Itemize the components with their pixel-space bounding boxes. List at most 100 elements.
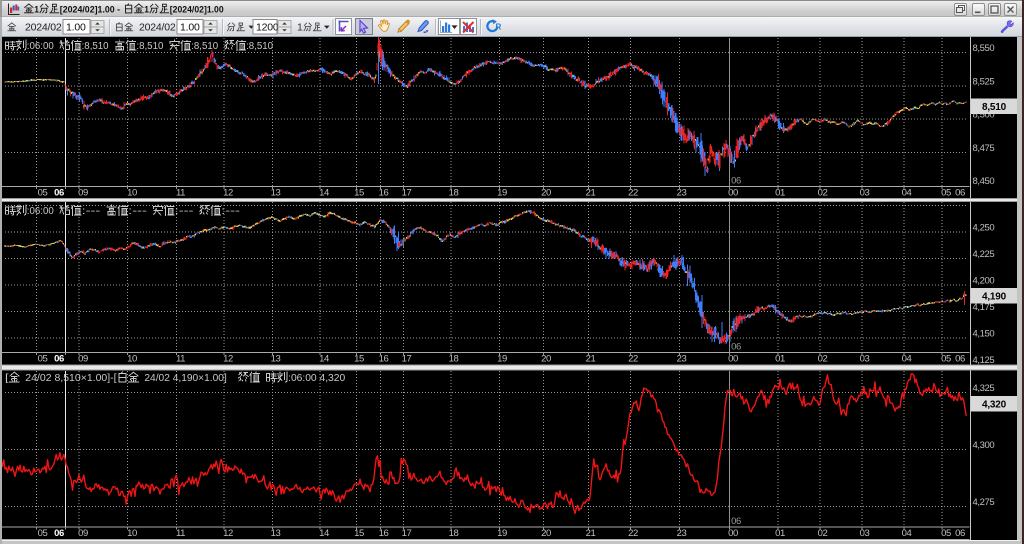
svg-text:16: 16 <box>379 354 389 365</box>
svg-text:04: 04 <box>902 528 912 539</box>
svg-text:17: 17 <box>402 188 412 199</box>
svg-text:18: 18 <box>449 188 459 199</box>
svg-text:16: 16 <box>379 528 389 539</box>
svg-text::8,510: :8,510 <box>246 41 274 52</box>
svg-text:16: 16 <box>379 188 389 199</box>
svg-text::06:00: :06:00 <box>27 41 55 52</box>
svg-text:20: 20 <box>541 528 551 539</box>
svg-text:03: 03 <box>860 528 870 539</box>
svg-text:4,150: 4,150 <box>973 329 995 340</box>
svg-text:15: 15 <box>354 354 364 365</box>
svg-text:21: 21 <box>586 354 596 365</box>
svg-text:03: 03 <box>860 188 870 199</box>
svg-text:06: 06 <box>731 516 741 527</box>
svg-text:04: 04 <box>902 188 912 199</box>
svg-text:22: 22 <box>628 188 638 199</box>
svg-text:00: 00 <box>728 188 738 199</box>
svg-text::---: :--- <box>175 206 194 217</box>
svg-text:1: 1 <box>144 5 149 16</box>
svg-text:17: 17 <box>402 528 412 539</box>
svg-text:4,300: 4,300 <box>973 440 995 451</box>
svg-text::06:00: :06:00 <box>27 206 55 217</box>
svg-text:8,450: 8,450 <box>973 176 995 187</box>
svg-text::---: :--- <box>82 206 101 217</box>
svg-text:12: 12 <box>223 188 233 199</box>
svg-text:21: 21 <box>586 188 596 199</box>
svg-text:[2024/02]1.00 -: [2024/02]1.00 - <box>60 5 120 16</box>
svg-text:05: 05 <box>38 528 48 539</box>
svg-text:06: 06 <box>54 354 64 365</box>
svg-text:03: 03 <box>860 354 870 365</box>
svg-text:12: 12 <box>223 528 233 539</box>
svg-text:09: 09 <box>78 188 88 199</box>
svg-text:05: 05 <box>38 188 48 199</box>
svg-text:23: 23 <box>677 188 687 199</box>
svg-text:11: 11 <box>176 528 185 539</box>
svg-text:13: 13 <box>271 528 281 539</box>
svg-text:09: 09 <box>78 528 88 539</box>
svg-text:8,475: 8,475 <box>973 143 995 154</box>
svg-text:1: 1 <box>297 22 303 34</box>
svg-text:12: 12 <box>223 354 233 365</box>
svg-text:20: 20 <box>541 354 551 365</box>
svg-text:1: 1 <box>34 5 39 16</box>
svg-text:06: 06 <box>54 188 64 199</box>
svg-text:01: 01 <box>775 528 785 539</box>
svg-text:21: 21 <box>586 528 596 539</box>
svg-text:14: 14 <box>319 528 329 539</box>
svg-text:10: 10 <box>127 354 137 365</box>
svg-text:15: 15 <box>354 528 364 539</box>
svg-text:10: 10 <box>127 188 137 199</box>
svg-text:13: 13 <box>271 354 281 365</box>
svg-text:23: 23 <box>677 354 687 365</box>
svg-text:1.00: 1.00 <box>180 22 200 34</box>
svg-text:00: 00 <box>728 354 738 365</box>
svg-text:2024/02: 2024/02 <box>25 22 62 34</box>
svg-text::8,510: :8,510 <box>82 41 110 52</box>
svg-text::06:00 4,320: :06:00 4,320 <box>288 373 346 384</box>
svg-text:4,200: 4,200 <box>973 276 995 287</box>
svg-text:4,320: 4,320 <box>982 399 1007 410</box>
svg-text:4,250: 4,250 <box>973 223 995 234</box>
svg-text:19: 19 <box>497 528 507 539</box>
svg-text:18: 18 <box>449 354 459 365</box>
svg-text:4,225: 4,225 <box>973 249 995 260</box>
svg-text:24/02 4,190×1.00]: 24/02 4,190×1.00] <box>144 373 227 384</box>
svg-text:13: 13 <box>271 188 281 199</box>
svg-text:4,325: 4,325 <box>973 383 995 394</box>
svg-text:19: 19 <box>497 188 507 199</box>
svg-text:23: 23 <box>677 528 687 539</box>
svg-text:8,525: 8,525 <box>973 76 995 87</box>
svg-text:22: 22 <box>628 528 638 539</box>
svg-text:06: 06 <box>955 354 965 365</box>
svg-text:05: 05 <box>941 188 951 199</box>
svg-text:4,175: 4,175 <box>973 302 995 313</box>
svg-text:05: 05 <box>38 354 48 365</box>
svg-text::8,510: :8,510 <box>136 41 164 52</box>
svg-text:20: 20 <box>541 188 551 199</box>
svg-text:14: 14 <box>319 354 329 365</box>
svg-text:01: 01 <box>775 188 785 199</box>
svg-text:02: 02 <box>818 528 828 539</box>
svg-text:10: 10 <box>127 528 137 539</box>
svg-text:02: 02 <box>818 188 828 199</box>
svg-text:4,125: 4,125 <box>973 355 995 366</box>
svg-text:06: 06 <box>731 342 741 353</box>
svg-text:05: 05 <box>941 354 951 365</box>
svg-text:19: 19 <box>497 354 507 365</box>
svg-text:14: 14 <box>319 188 329 199</box>
svg-text:05: 05 <box>941 528 951 539</box>
svg-text:01: 01 <box>775 354 785 365</box>
svg-text:1.00: 1.00 <box>66 22 86 34</box>
svg-text:[2024/02]1.00: [2024/02]1.00 <box>170 5 224 16</box>
svg-text:11: 11 <box>176 188 185 199</box>
svg-text:04: 04 <box>902 354 912 365</box>
svg-text:06: 06 <box>955 528 965 539</box>
svg-text:00: 00 <box>728 528 738 539</box>
svg-text:06: 06 <box>955 188 965 199</box>
svg-text:4,275: 4,275 <box>973 497 995 508</box>
svg-text:2024/02: 2024/02 <box>139 22 176 34</box>
svg-text:8,510: 8,510 <box>982 102 1007 113</box>
svg-text:24/02 8,510×1.00]-[: 24/02 8,510×1.00]-[ <box>25 373 117 384</box>
svg-text::---: :--- <box>221 206 240 217</box>
